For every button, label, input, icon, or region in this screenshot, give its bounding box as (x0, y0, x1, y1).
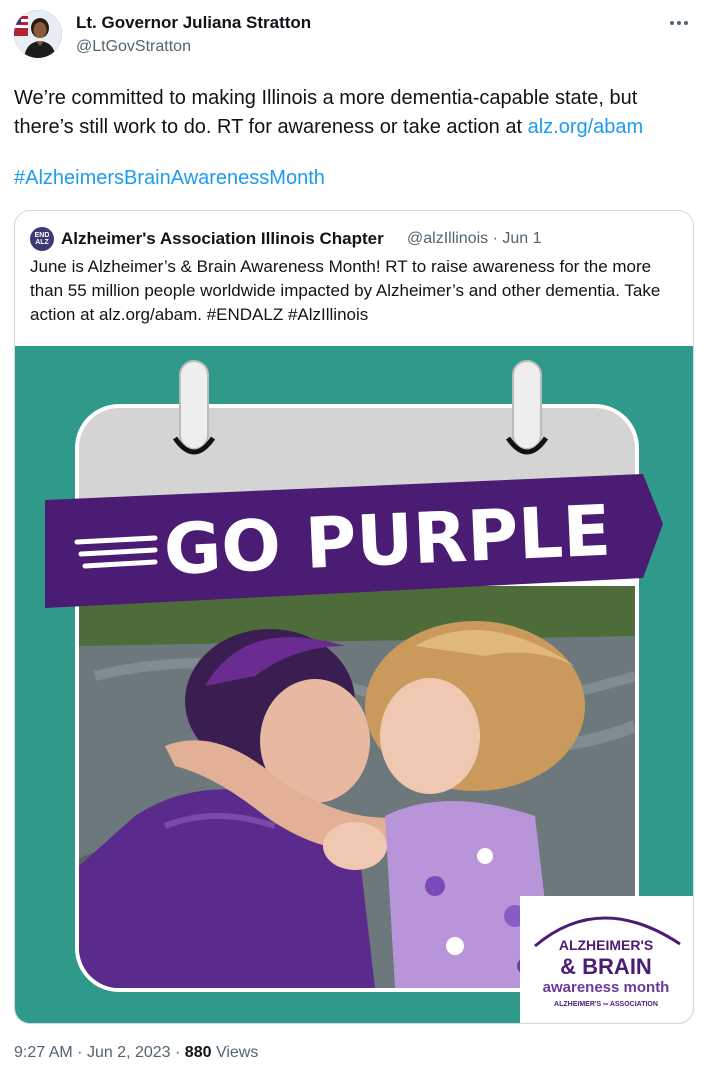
avatar-text-line1: END (34, 232, 50, 239)
more-dots-icon (670, 21, 688, 25)
tweet-hashtag[interactable]: #AlzheimersBrainAwarenessMonth (14, 167, 325, 190)
logo-line3: awareness month (543, 979, 670, 996)
go-purple-graphic: GO PURPLE ALZHEIMER'S & BRAIN awareness … (15, 346, 693, 1023)
avatar-photo (14, 10, 62, 58)
more-options-button[interactable] (662, 10, 696, 36)
binder-ring-left (179, 360, 209, 450)
author-avatar[interactable] (14, 10, 62, 58)
views-label: Views (215, 1044, 259, 1061)
avatar-text-line2: ALZ (35, 239, 49, 246)
views-count: 880 (184, 1044, 212, 1061)
logo-line2: & BRAIN (560, 954, 652, 979)
logo-line1: ALZHEIMER'S (559, 937, 653, 953)
quoted-author-handle[interactable]: @alzIllinois (407, 230, 488, 247)
footer-separator-1: · (77, 1044, 83, 1061)
tweet-time[interactable]: 9:27 AM (14, 1044, 73, 1061)
logo-line4: ALZHEIMER'S ∞ ASSOCIATION (554, 1001, 658, 1008)
quoted-author-avatar[interactable]: END ALZ (30, 227, 54, 251)
quoted-tweet-card[interactable]: END ALZ Alzheimer's Association Illinois … (14, 210, 694, 1024)
quoted-date[interactable]: Jun 1 (502, 230, 541, 247)
girl-face (380, 678, 480, 794)
author-name[interactable]: Lt. Governor Juliana Stratton (76, 13, 311, 33)
quoted-tweet-text: June is Alzheimer’s & Brain Awareness Mo… (30, 257, 661, 324)
binder-ring-right (512, 360, 542, 450)
tweet-date[interactable]: Jun 2, 2023 (87, 1044, 171, 1061)
tweet-link[interactable]: alz.org/abam (528, 116, 644, 138)
author-handle[interactable]: @LtGovStratton (76, 38, 191, 56)
quoted-tweet-image[interactable]: GO PURPLE ALZHEIMER'S & BRAIN awareness … (15, 346, 693, 1023)
tweet-footer: 9:27 AM · Jun 2, 2023 · 880 Views (14, 1044, 258, 1062)
footer-separator-2: · (175, 1044, 181, 1061)
tweet-text: We’re committed to making Illinois a mor… (14, 84, 694, 142)
quoted-author-name[interactable]: Alzheimer's Association Illinois Chapter (61, 229, 384, 249)
quoted-meta: @alzIllinois · Jun 1 (407, 230, 542, 248)
quoted-separator: · (492, 230, 498, 247)
